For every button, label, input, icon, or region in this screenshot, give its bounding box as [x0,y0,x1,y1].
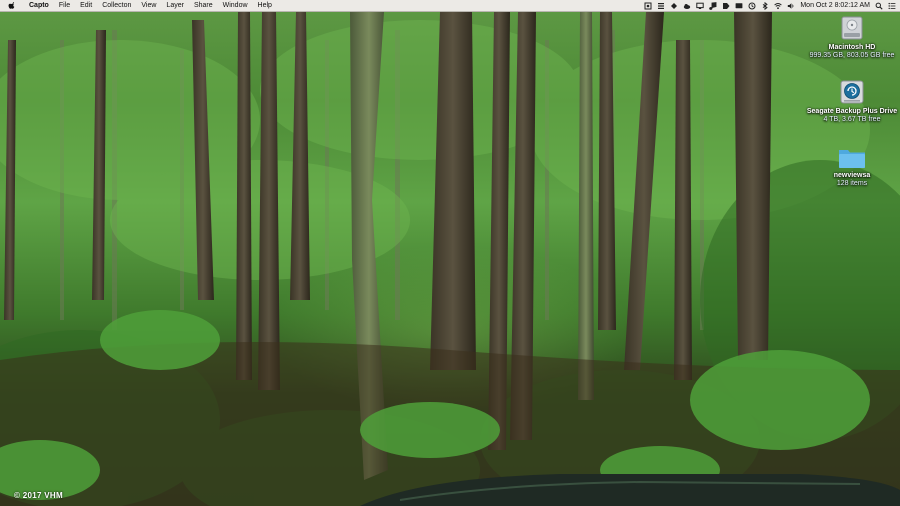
menu-window[interactable]: Window [218,0,253,11]
wifi-icon[interactable] [774,2,783,10]
menu-clock[interactable]: Mon Oct 2 8:02:12 AM [800,0,870,11]
display-icon[interactable] [735,2,743,10]
menu-layer[interactable]: Layer [161,0,189,11]
cloud-icon[interactable] [683,2,691,10]
menu-collection[interactable]: Collecton [97,0,136,11]
wifi-fan-icon[interactable] [670,2,678,10]
desktop-item-info: 128 items [836,180,868,187]
menu-app-name[interactable]: Capto [24,0,54,11]
external-drive-icon [840,80,864,104]
capture-icon[interactable] [644,2,652,10]
desktop-item-macintosh-hd[interactable]: Macintosh HD 999.35 GB, 803.05 GB free [804,14,900,60]
menu-file[interactable]: File [54,0,75,11]
menu-help[interactable]: Help [253,0,277,11]
copyright-watermark: © 2017 VHM [14,491,63,500]
desktop-item-name: Macintosh HD [828,44,876,51]
folder-icon [839,150,865,168]
desktop-item-info: 4 TB, 3.67 TB free [823,116,881,123]
notification-center-icon[interactable] [888,2,896,10]
backup-icon[interactable] [748,2,756,10]
desktop-item-info: 999.35 GB, 803.05 GB free [809,52,895,59]
desktop-item-name: newviewsa [833,172,871,179]
menu-share[interactable]: Share [189,0,218,11]
desktop-item-name: Seagate Backup Plus Drive [806,108,898,115]
apple-menu-icon[interactable] [8,1,17,10]
menu-bar: Capto File Edit Collecton View Layer Sha… [0,0,900,12]
menu-edit[interactable]: Edit [75,0,97,11]
list-icon[interactable] [657,2,665,10]
menu-view[interactable]: View [136,0,161,11]
hard-drive-icon [841,16,863,40]
forest-scene [0,12,900,506]
desktop-item-newviewsa-folder[interactable]: newviewsa 128 items [804,146,900,188]
bluetooth-icon[interactable] [761,1,769,10]
desktop-item-seagate-drive[interactable]: Seagate Backup Plus Drive 4 TB, 3.67 TB … [804,78,900,124]
screen-icon[interactable] [696,2,705,10]
volume-icon[interactable] [787,2,795,10]
tag-icon[interactable] [722,2,730,10]
desktop-wallpaper [0,0,900,506]
spotlight-search-icon[interactable] [875,2,883,10]
music-icon[interactable] [709,1,717,10]
